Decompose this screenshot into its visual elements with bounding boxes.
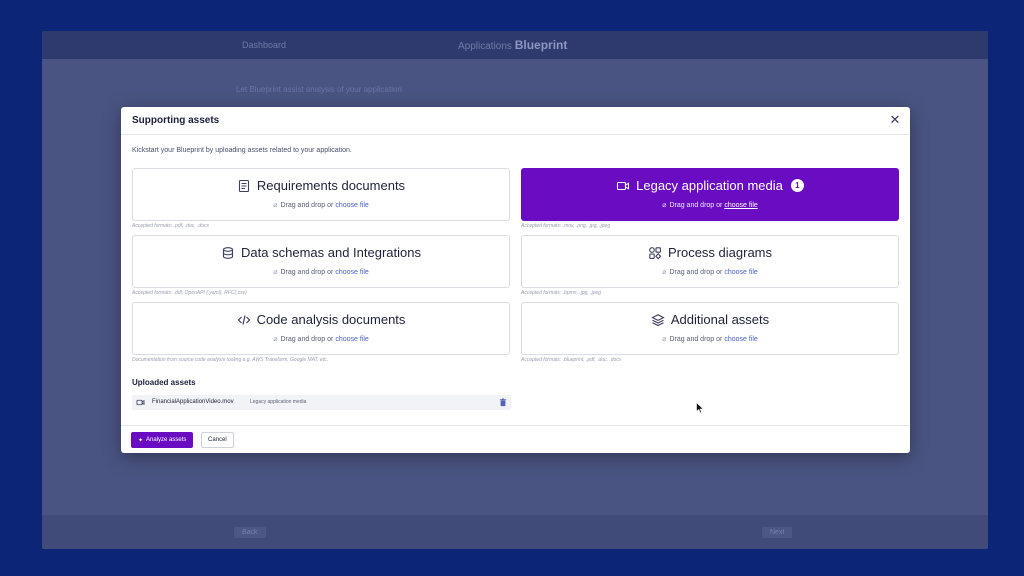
card-title: Requirements documents	[133, 178, 509, 193]
uploaded-file-type: Legacy application media	[250, 399, 307, 405]
drop-text: Drag and drop or	[669, 336, 723, 343]
upload-card-legacy-media[interactable]: Legacy application media 1 ⌀ Drag and dro…	[521, 168, 899, 221]
brand-prefix: Applications	[458, 41, 512, 52]
card-formats-legacy-media: Accepted formats: .mov, .png, .jpg, .jpe…	[521, 223, 611, 229]
app-back-button: Back	[234, 527, 266, 538]
close-icon: ✕	[889, 112, 901, 127]
drop-zone-text: ⌀ Drag and drop or choose file	[133, 335, 509, 343]
card-formats-additional-assets: Accepted formats: .blueprint, .pdf, .doc…	[521, 357, 622, 363]
brand-name: Blueprint	[514, 38, 568, 52]
card-title-text: Code analysis documents	[256, 312, 406, 327]
paperclip-icon: ⌀	[273, 202, 278, 209]
paperclip-icon: ⌀	[273, 336, 278, 343]
trash-icon[interactable]	[499, 398, 507, 407]
upload-card-data-schemas[interactable]: Data schemas and Integrations ⌀ Drag and …	[132, 235, 510, 288]
paperclip-icon: ⌀	[662, 269, 667, 276]
card-title-text: Process diagrams	[667, 245, 773, 260]
upload-card-additional-assets[interactable]: Additional assets ⌀ Drag and drop or choo…	[521, 302, 899, 355]
dashboard-link: Dashboard	[242, 40, 287, 50]
card-formats-data-schemas: Accepted formats: .ddl, OpenAPI (.yaml),…	[132, 290, 247, 296]
uploaded-assets-title: Uploaded assets	[132, 378, 196, 387]
document-icon	[238, 179, 249, 192]
paperclip-icon: ⌀	[662, 336, 667, 343]
card-title: Data schemas and Integrations	[133, 245, 509, 260]
code-icon	[237, 314, 250, 325]
modal-header: Supporting assets ✕	[121, 107, 910, 135]
drop-text: Drag and drop or	[280, 269, 334, 276]
upload-card-process-diagrams[interactable]: Process diagrams ⌀ Drag and drop or choos…	[521, 235, 899, 288]
paperclip-icon: ⌀	[662, 202, 667, 209]
card-title: Legacy application media 1	[522, 178, 898, 193]
drop-zone-text: ⌀ Drag and drop or choose file	[133, 201, 509, 209]
card-title: Code analysis documents	[133, 312, 509, 327]
layers-icon	[651, 313, 665, 326]
app-bottombar: Back Next	[42, 515, 988, 549]
app-topbar: Dashboard Applications Blueprint	[42, 31, 988, 59]
supporting-assets-modal: Supporting assets ✕ Kickstart your Bluep…	[121, 107, 910, 453]
choose-file-link[interactable]: choose file	[335, 336, 368, 343]
card-title-text: Legacy application media	[636, 178, 783, 193]
database-icon	[222, 246, 234, 259]
card-formats-code-analysis: Documentation from source code analysis …	[132, 357, 329, 363]
drop-text: Drag and drop or	[280, 202, 334, 209]
choose-file-link[interactable]: choose file	[724, 202, 757, 209]
choose-file-link[interactable]: choose file	[335, 202, 368, 209]
cancel-button[interactable]: Cancel	[201, 432, 234, 448]
drop-text: Drag and drop or	[669, 202, 723, 209]
card-formats-requirements: Accepted formats: .pdf, .doc, .docx	[132, 223, 209, 229]
card-title: Additional assets	[522, 312, 898, 327]
app-brand: Applications Blueprint	[458, 38, 567, 52]
choose-file-link[interactable]: choose file	[724, 269, 757, 276]
upload-card-code-analysis[interactable]: Code analysis documents ⌀ Drag and drop o…	[132, 302, 510, 355]
drop-zone-text: ⌀ Drag and drop or choose file	[522, 201, 898, 209]
card-title: Process diagrams	[522, 245, 898, 260]
card-title-text: Requirements documents	[256, 178, 406, 193]
card-title-text: Additional assets	[670, 312, 770, 327]
card-title-text: Data schemas and Integrations	[241, 245, 421, 260]
video-camera-icon	[136, 399, 145, 406]
video-camera-icon	[617, 181, 630, 190]
analyze-assets-label: Analyze assets	[146, 437, 187, 443]
process-diagram-icon	[649, 246, 662, 259]
choose-file-link[interactable]: choose file	[724, 336, 757, 343]
choose-file-link[interactable]: choose file	[335, 269, 368, 276]
modal-footer: ✦ Analyze assets Cancel	[121, 425, 910, 453]
app-heading: Let Blueprint assist analysis of your ap…	[236, 85, 402, 94]
close-button[interactable]: ✕	[888, 113, 902, 127]
uploaded-file-row: FinancialApplicationVideo.mov Legacy app…	[132, 395, 511, 410]
drop-text: Drag and drop or	[280, 336, 334, 343]
uploaded-file-name: FinancialApplicationVideo.mov	[152, 399, 234, 405]
drop-zone-text: ⌀ Drag and drop or choose file	[133, 268, 509, 276]
drop-text: Drag and drop or	[669, 269, 723, 276]
app-next-button: Next	[762, 527, 793, 538]
file-count-badge: 1	[790, 179, 804, 192]
drop-zone-text: ⌀ Drag and drop or choose file	[522, 335, 898, 343]
drop-zone-text: ⌀ Drag and drop or choose file	[522, 268, 898, 276]
analyze-assets-button[interactable]: ✦ Analyze assets	[131, 432, 194, 448]
paperclip-icon: ⌀	[273, 269, 278, 276]
sparkle-icon: ✦	[138, 437, 144, 444]
upload-card-requirements[interactable]: Requirements documents ⌀ Drag and drop or…	[132, 168, 510, 221]
card-formats-process-diagrams: Accepted formats: .bpmn, .jpg, .jpeg	[521, 290, 602, 296]
modal-intro: Kickstart your Blueprint by uploading as…	[132, 147, 352, 154]
modal-title: Supporting assets	[132, 115, 220, 126]
mouse-cursor-icon	[696, 402, 704, 414]
